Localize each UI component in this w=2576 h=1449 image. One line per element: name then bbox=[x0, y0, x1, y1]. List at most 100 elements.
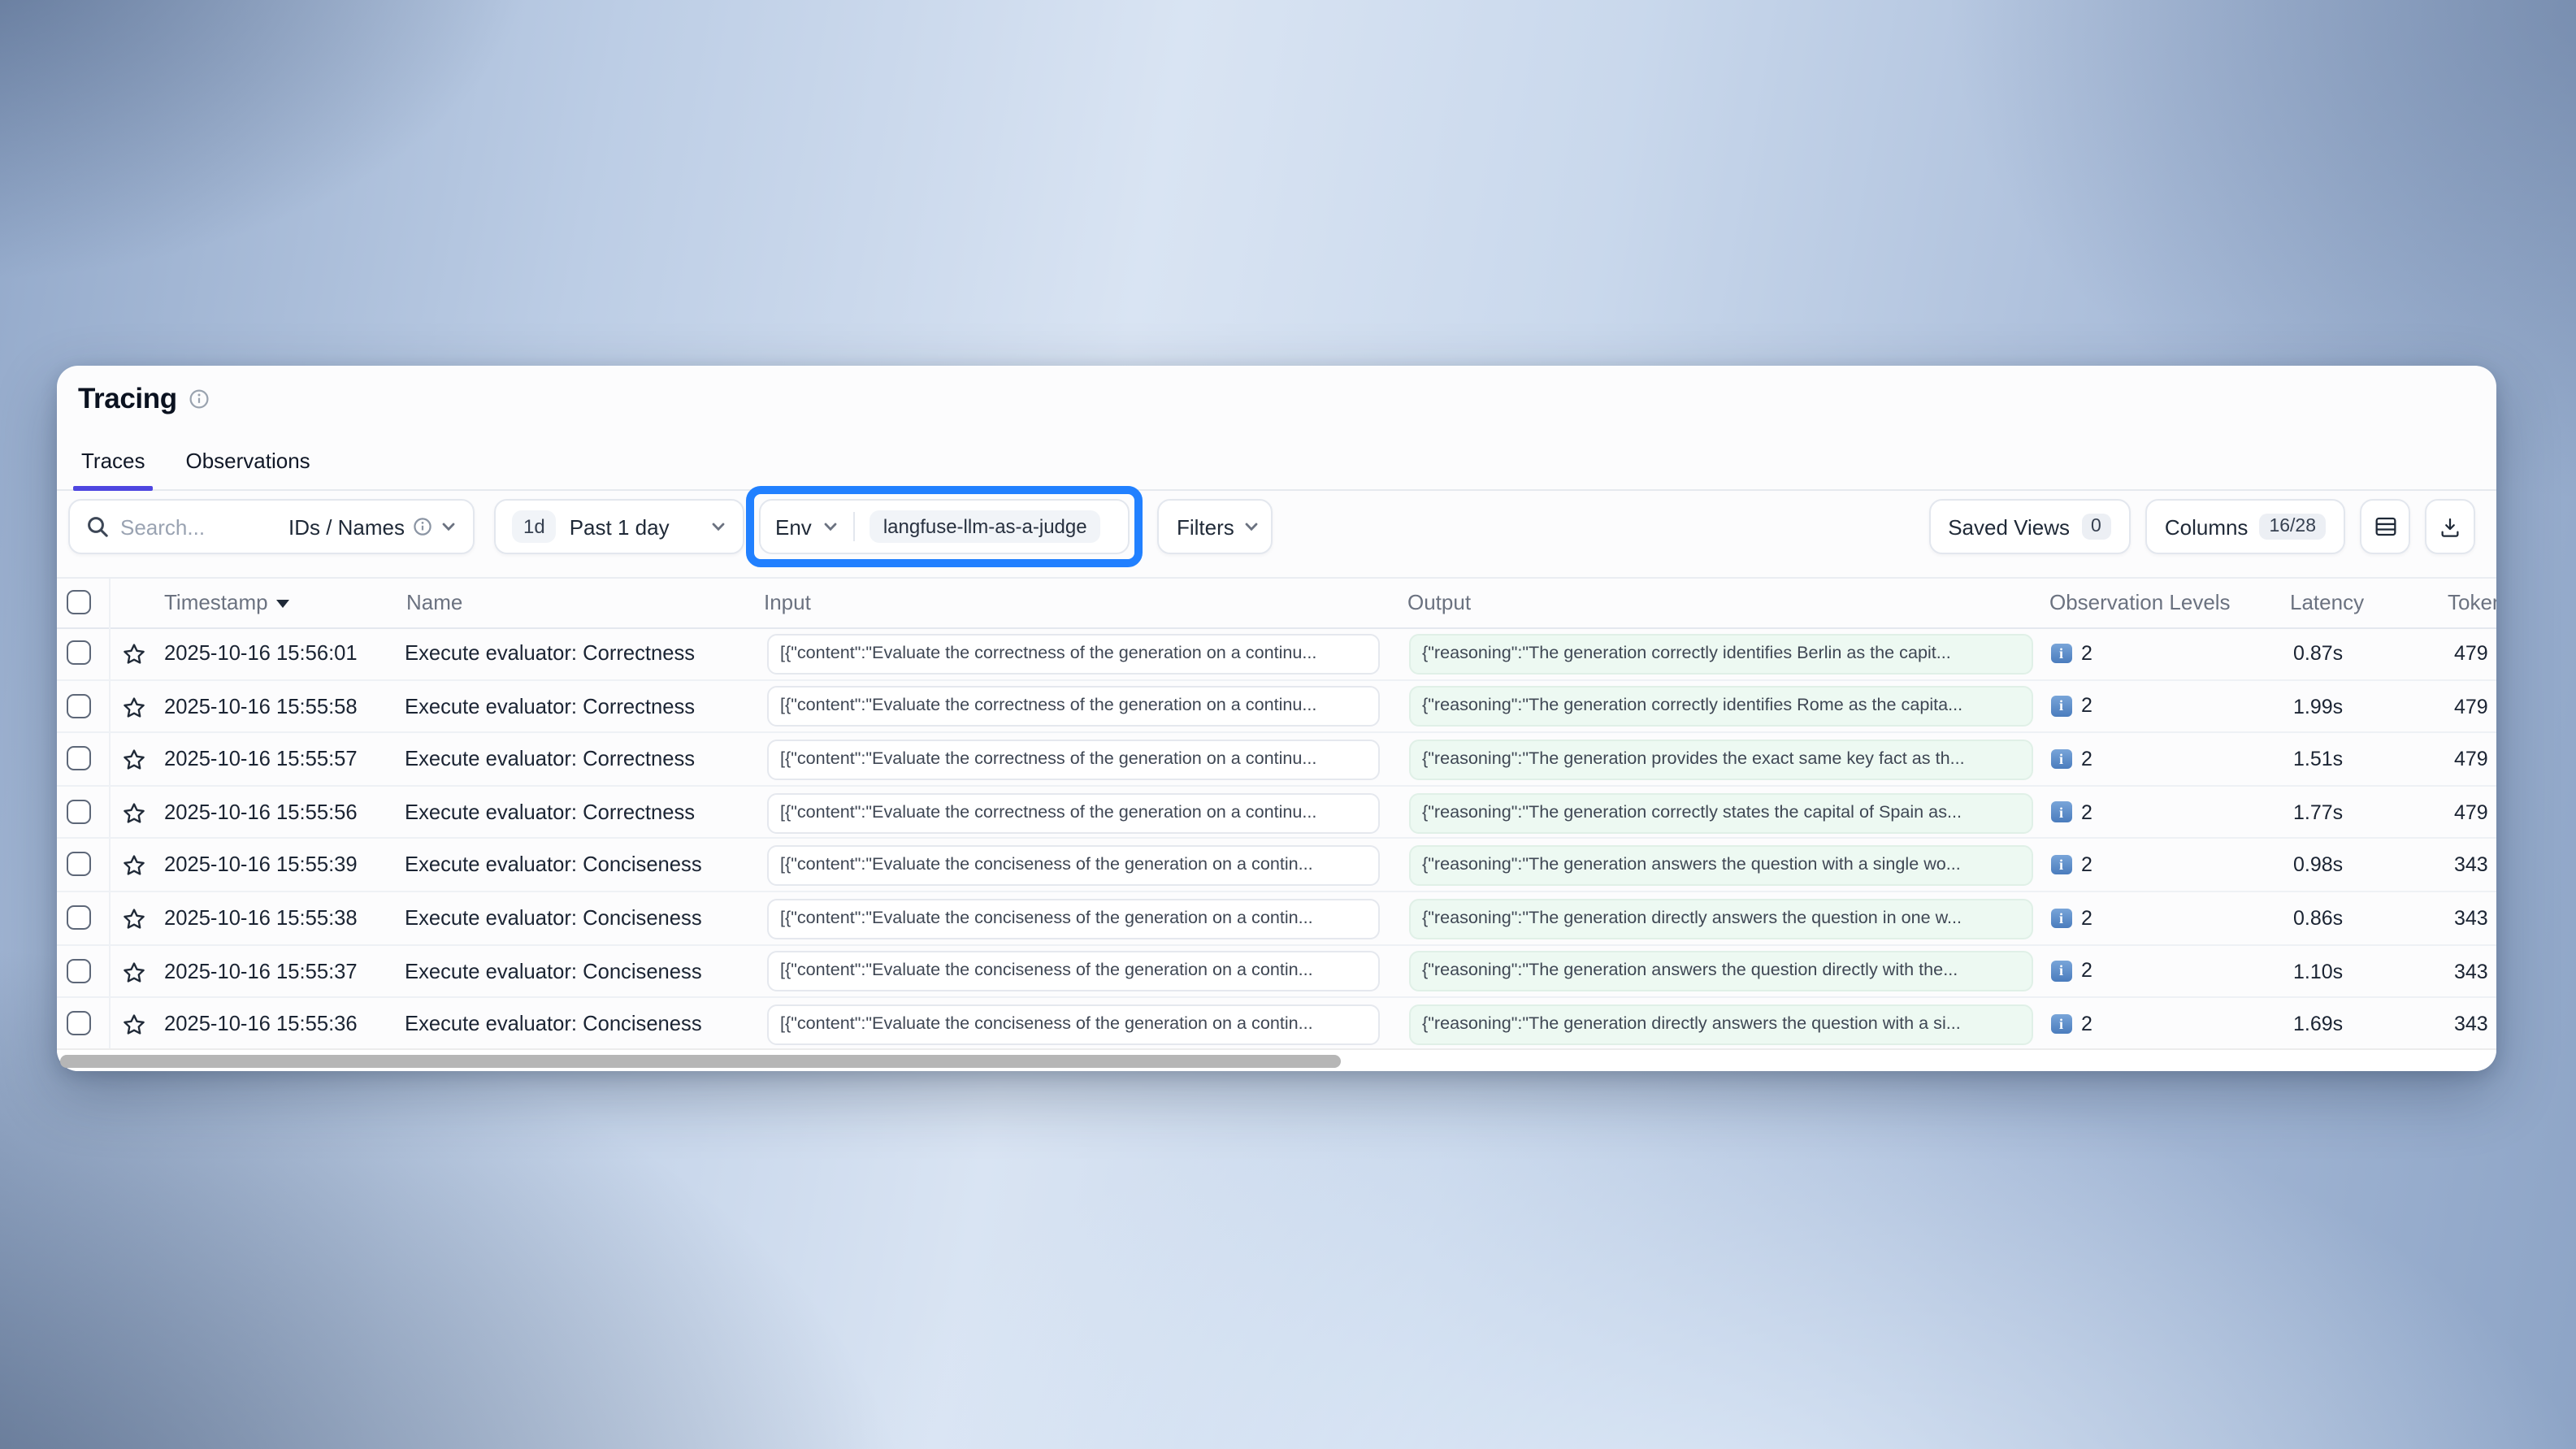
info-level-icon: i bbox=[2051, 748, 2071, 769]
bookmark-star-icon[interactable] bbox=[122, 748, 146, 772]
trace-name[interactable]: Execute evaluator: Conciseness bbox=[405, 839, 702, 892]
row-checkbox-cell bbox=[57, 627, 111, 679]
desktop-background: Tracing Traces Observations Search... ID… bbox=[0, 0, 2576, 1449]
trace-latency: 1.69s bbox=[2293, 998, 2343, 1050]
trace-output-preview[interactable]: {"reasoning":"The generation directly an… bbox=[1409, 899, 2033, 939]
trace-output-preview[interactable]: {"reasoning":"The generation answers the… bbox=[1409, 952, 2033, 992]
trace-timestamp: 2025-10-16 15:55:36 bbox=[164, 998, 358, 1050]
row-checkbox[interactable] bbox=[67, 640, 91, 665]
export-button[interactable] bbox=[2425, 499, 2475, 554]
bookmark-star-icon[interactable] bbox=[122, 1013, 146, 1037]
table-row[interactable]: 2025-10-16 15:55:39 Execute evaluator: C… bbox=[57, 839, 2496, 892]
column-header-output[interactable]: Output bbox=[1407, 579, 1471, 627]
row-checkbox[interactable] bbox=[67, 905, 91, 930]
table-row[interactable]: 2025-10-16 15:56:01 Execute evaluator: C… bbox=[57, 627, 2496, 680]
observation-level-count: 2 bbox=[2081, 642, 2092, 665]
trace-output-preview[interactable]: {"reasoning":"The generation directly an… bbox=[1409, 1004, 2033, 1045]
observation-levels-cell: i 2 bbox=[2051, 998, 2092, 1049]
row-checkbox[interactable] bbox=[67, 800, 91, 824]
toolbar: Search... IDs / Names 1d Past 1 day bbox=[57, 499, 2496, 554]
saved-views-button[interactable]: Saved Views 0 bbox=[1928, 499, 2131, 554]
table-row[interactable]: 2025-10-16 15:55:56 Execute evaluator: C… bbox=[57, 787, 2496, 839]
table-row[interactable]: 2025-10-16 15:55:38 Execute evaluator: C… bbox=[57, 892, 2496, 945]
trace-input-preview[interactable]: [{"content":"Evaluate the conciseness of… bbox=[767, 1004, 1380, 1045]
search-mode-selector[interactable]: IDs / Names bbox=[288, 514, 457, 539]
info-level-icon: i bbox=[2051, 855, 2071, 875]
observation-levels-cell: i 2 bbox=[2051, 892, 2092, 944]
observation-level-count: 2 bbox=[2081, 960, 2092, 983]
info-level-icon: i bbox=[2051, 961, 2071, 981]
row-checkbox[interactable] bbox=[67, 693, 91, 718]
tab-bar: Traces Observations bbox=[57, 434, 2496, 491]
column-header-timestamp[interactable]: Timestamp bbox=[164, 579, 289, 627]
table-row[interactable]: 2025-10-16 15:55:36 Execute evaluator: C… bbox=[57, 998, 2496, 1050]
observation-level-count: 2 bbox=[2081, 907, 2092, 930]
search-icon bbox=[86, 515, 109, 538]
trace-tokens: 479 → bbox=[2454, 733, 2496, 786]
trace-timestamp: 2025-10-16 15:55:39 bbox=[164, 839, 358, 892]
search-input[interactable]: Search... IDs / Names bbox=[68, 499, 475, 554]
trace-input-preview[interactable]: [{"content":"Evaluate the conciseness of… bbox=[767, 952, 1380, 992]
info-icon[interactable] bbox=[189, 388, 210, 410]
trace-name[interactable]: Execute evaluator: Conciseness bbox=[405, 892, 702, 945]
trace-input-preview[interactable]: [{"content":"Evaluate the conciseness of… bbox=[767, 899, 1380, 939]
sort-desc-icon bbox=[276, 599, 289, 607]
trace-latency: 1.51s bbox=[2293, 733, 2343, 786]
bookmark-star-icon[interactable] bbox=[122, 854, 146, 879]
row-checkbox[interactable] bbox=[67, 746, 91, 770]
bookmark-star-icon[interactable] bbox=[122, 960, 146, 984]
column-header-input[interactable]: Input bbox=[764, 579, 811, 627]
info-level-icon: i bbox=[2051, 643, 2071, 663]
column-header-name[interactable]: Name bbox=[406, 579, 462, 627]
row-checkbox[interactable] bbox=[67, 958, 91, 983]
trace-name[interactable]: Execute evaluator: Conciseness bbox=[405, 998, 702, 1050]
bookmark-star-icon[interactable] bbox=[122, 907, 146, 931]
tab-traces[interactable]: Traces bbox=[78, 449, 149, 489]
column-header-tokens[interactable]: Tokens bbox=[2448, 579, 2496, 627]
column-header-latency[interactable]: Latency bbox=[2290, 579, 2364, 627]
trace-name[interactable]: Execute evaluator: Correctness bbox=[405, 787, 695, 839]
table-row[interactable]: 2025-10-16 15:55:37 Execute evaluator: C… bbox=[57, 945, 2496, 998]
filters-button[interactable]: Filters bbox=[1157, 499, 1273, 554]
row-checkbox[interactable] bbox=[67, 852, 91, 877]
trace-name[interactable]: Execute evaluator: Correctness bbox=[405, 680, 695, 733]
time-range-button[interactable]: 1d Past 1 day bbox=[494, 499, 744, 554]
trace-input-preview[interactable]: [{"content":"Evaluate the correctness of… bbox=[767, 740, 1380, 780]
panel-header: Tracing bbox=[78, 382, 210, 416]
trace-output-preview[interactable]: {"reasoning":"The generation correctly s… bbox=[1409, 792, 2033, 833]
row-checkbox-cell bbox=[57, 892, 111, 944]
trace-output-preview[interactable]: {"reasoning":"The generation correctly i… bbox=[1409, 687, 2033, 727]
trace-input-preview[interactable]: [{"content":"Evaluate the correctness of… bbox=[767, 687, 1380, 727]
column-header-observation-levels[interactable]: Observation Levels bbox=[2049, 579, 2231, 627]
select-all-checkbox[interactable] bbox=[67, 590, 91, 614]
bookmark-star-icon[interactable] bbox=[122, 642, 146, 666]
trace-name[interactable]: Execute evaluator: Correctness bbox=[405, 733, 695, 786]
trace-tokens: 479 → bbox=[2454, 627, 2496, 680]
trace-name[interactable]: Execute evaluator: Conciseness bbox=[405, 945, 702, 998]
table-row[interactable]: 2025-10-16 15:55:57 Execute evaluator: C… bbox=[57, 733, 2496, 786]
bookmark-star-icon[interactable] bbox=[122, 695, 146, 719]
info-level-icon: i bbox=[2051, 1013, 2071, 1034]
env-filter-button[interactable]: Env langfuse-llm-as-a-judge bbox=[759, 499, 1130, 554]
tab-observations[interactable]: Observations bbox=[183, 449, 314, 489]
row-checkbox-cell bbox=[57, 733, 111, 784]
observation-levels-cell: i 2 bbox=[2051, 627, 2092, 679]
trace-input-preview[interactable]: [{"content":"Evaluate the conciseness of… bbox=[767, 845, 1380, 886]
row-checkbox[interactable] bbox=[67, 1011, 91, 1035]
trace-output-preview[interactable]: {"reasoning":"The generation correctly i… bbox=[1409, 634, 2033, 675]
row-checkbox-cell bbox=[57, 680, 111, 731]
row-height-button[interactable] bbox=[2360, 499, 2410, 554]
table-row[interactable]: 2025-10-16 15:55:58 Execute evaluator: C… bbox=[57, 680, 2496, 733]
columns-button[interactable]: Columns 16/28 bbox=[2145, 499, 2345, 554]
trace-input-preview[interactable]: [{"content":"Evaluate the correctness of… bbox=[767, 634, 1380, 675]
row-checkbox-cell bbox=[57, 787, 111, 838]
scrollbar-thumb[interactable] bbox=[60, 1054, 1341, 1067]
table-body: 2025-10-16 15:56:01 Execute evaluator: C… bbox=[57, 627, 2496, 1050]
trace-latency: 0.98s bbox=[2293, 839, 2343, 892]
trace-output-preview[interactable]: {"reasoning":"The generation provides th… bbox=[1409, 740, 2033, 780]
trace-input-preview[interactable]: [{"content":"Evaluate the correctness of… bbox=[767, 792, 1380, 833]
trace-name[interactable]: Execute evaluator: Correctness bbox=[405, 627, 695, 680]
horizontal-scrollbar[interactable] bbox=[57, 1048, 2496, 1071]
bookmark-star-icon[interactable] bbox=[122, 801, 146, 826]
trace-output-preview[interactable]: {"reasoning":"The generation answers the… bbox=[1409, 845, 2033, 886]
